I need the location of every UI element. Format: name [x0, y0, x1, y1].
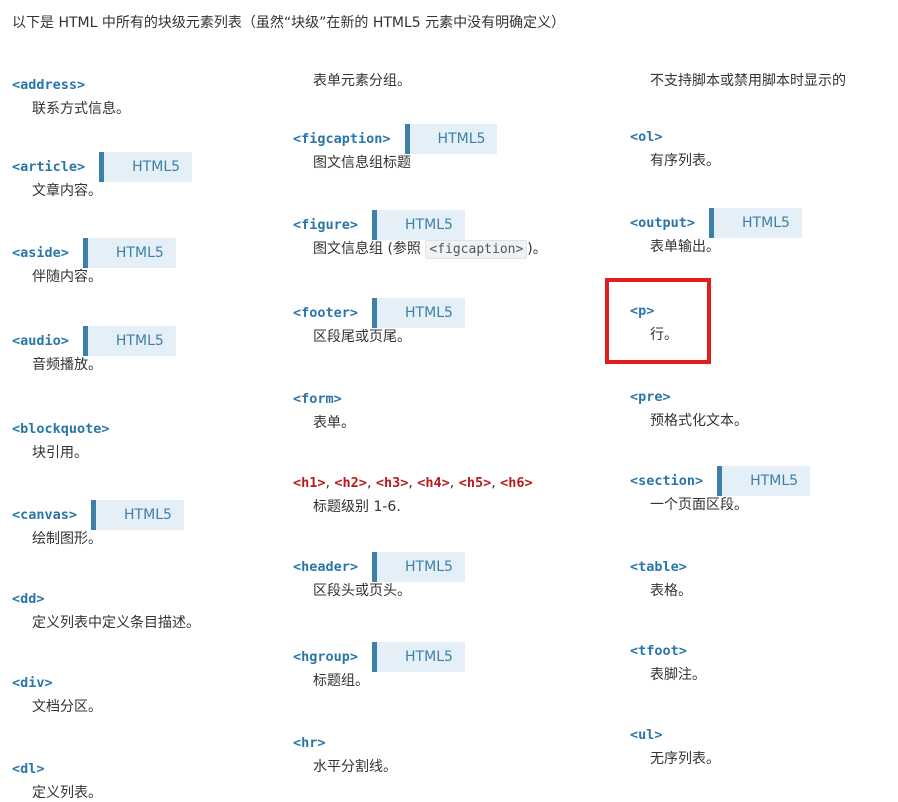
tag-link-aside[interactable]: <aside> — [12, 245, 69, 261]
tag-link-address[interactable]: <address> — [12, 77, 85, 93]
tag-link-form[interactable]: <form> — [293, 391, 342, 407]
item-description: 文章内容。 — [32, 183, 102, 199]
tag-link-figure[interactable]: <figure> — [293, 217, 358, 233]
html5-badge: HTML5 — [372, 298, 465, 328]
item-description: 不支持脚本或禁用脚本时显示的 — [650, 73, 846, 89]
tag-link-tfoot[interactable]: <tfoot> — [630, 643, 687, 659]
tag-link-canvas[interactable]: <canvas> — [12, 507, 77, 523]
tag-link-blockquote[interactable]: <blockquote> — [12, 421, 110, 437]
tag-link-output[interactable]: <output> — [630, 215, 695, 231]
html5-badge: HTML5 — [372, 552, 465, 582]
tag-link-footer[interactable]: <footer> — [293, 305, 358, 321]
item-description: 表单。 — [313, 415, 355, 431]
item-description: 区段头或页头。 — [313, 583, 411, 599]
item-description: 预格式化文本。 — [650, 413, 748, 429]
html5-badge: HTML5 — [404, 124, 498, 154]
tag-link-ol[interactable]: <ol> — [630, 129, 663, 145]
item-description: 标题组。 — [313, 673, 369, 689]
item-description: 图文信息组 (参照 <figcaption>)。 — [313, 238, 547, 259]
item-description: 文档分区。 — [32, 699, 102, 715]
item-description: 定义列表。 — [32, 785, 102, 801]
html5-badge: HTML5 — [82, 238, 176, 268]
highlight-box — [605, 278, 711, 364]
item-description: 图文信息组标题 — [313, 155, 411, 171]
tag-link-h6[interactable]: <h6> — [500, 475, 533, 491]
item-description: 表单输出。 — [650, 239, 720, 255]
inline-code: <figcaption> — [425, 240, 528, 259]
tag-link-ul[interactable]: <ul> — [630, 727, 663, 743]
tag-link-div[interactable]: <div> — [12, 675, 53, 691]
html5-badge: HTML5 — [372, 642, 465, 672]
tag-link-pre[interactable]: <pre> — [630, 389, 671, 405]
tag-link-h2[interactable]: <h2> — [334, 475, 367, 491]
tag-link-dd[interactable]: <dd> — [12, 591, 45, 607]
item-description: 块引用。 — [32, 445, 88, 461]
tag-link-section[interactable]: <section> — [630, 473, 703, 489]
desc-suffix: )。 — [527, 241, 547, 257]
item-description: 绘制图形。 — [32, 531, 102, 547]
tag-link-h1[interactable]: <h1> — [293, 475, 326, 491]
tag-link-figcaption[interactable]: <figcaption> — [293, 131, 391, 147]
html5-badge: HTML5 — [372, 210, 465, 240]
tag-link-hr[interactable]: <hr> — [293, 735, 326, 751]
item-description: 无序列表。 — [650, 751, 720, 767]
html5-badge: HTML5 — [717, 466, 811, 496]
item-description: 区段尾或页尾。 — [313, 329, 411, 345]
item-description: 表格。 — [650, 583, 692, 599]
tag-link-article[interactable]: <article> — [12, 159, 85, 175]
item-description: 伴随内容。 — [32, 269, 102, 285]
item-description: 表单元素分组。 — [313, 73, 411, 89]
desc-prefix: 图文信息组 (参照 — [313, 241, 426, 257]
item-description: 表脚注。 — [650, 667, 706, 683]
html5-badge: HTML5 — [82, 326, 176, 356]
html5-badge: HTML5 — [709, 208, 802, 238]
html5-badge: HTML5 — [91, 500, 184, 530]
tag-link-table[interactable]: <table> — [630, 559, 687, 575]
item-description: 有序列表。 — [650, 153, 720, 169]
tag-link-h3[interactable]: <h3> — [376, 475, 409, 491]
tag-link-header[interactable]: <header> — [293, 559, 358, 575]
item-description: 水平分割线。 — [313, 759, 397, 775]
item-description: 联系方式信息。 — [32, 101, 130, 117]
tag-link-hgroup[interactable]: <hgroup> — [293, 649, 358, 665]
intro-text: 以下是 HTML 中所有的块级元素列表（虽然“块级”在新的 HTML5 元素中没… — [12, 15, 566, 31]
tag-link-audio[interactable]: <audio> — [12, 333, 69, 349]
item-description: 音频播放。 — [32, 357, 102, 373]
html5-badge: HTML5 — [99, 152, 193, 182]
item-description: 标题级别 1-6. — [313, 499, 401, 515]
tag-link-h4[interactable]: <h4> — [417, 475, 450, 491]
tag-link-h5[interactable]: <h5> — [459, 475, 492, 491]
item-description: 定义列表中定义条目描述。 — [32, 615, 200, 631]
item-description: 一个页面区段。 — [650, 497, 748, 513]
tag-link-dl[interactable]: <dl> — [12, 761, 45, 777]
